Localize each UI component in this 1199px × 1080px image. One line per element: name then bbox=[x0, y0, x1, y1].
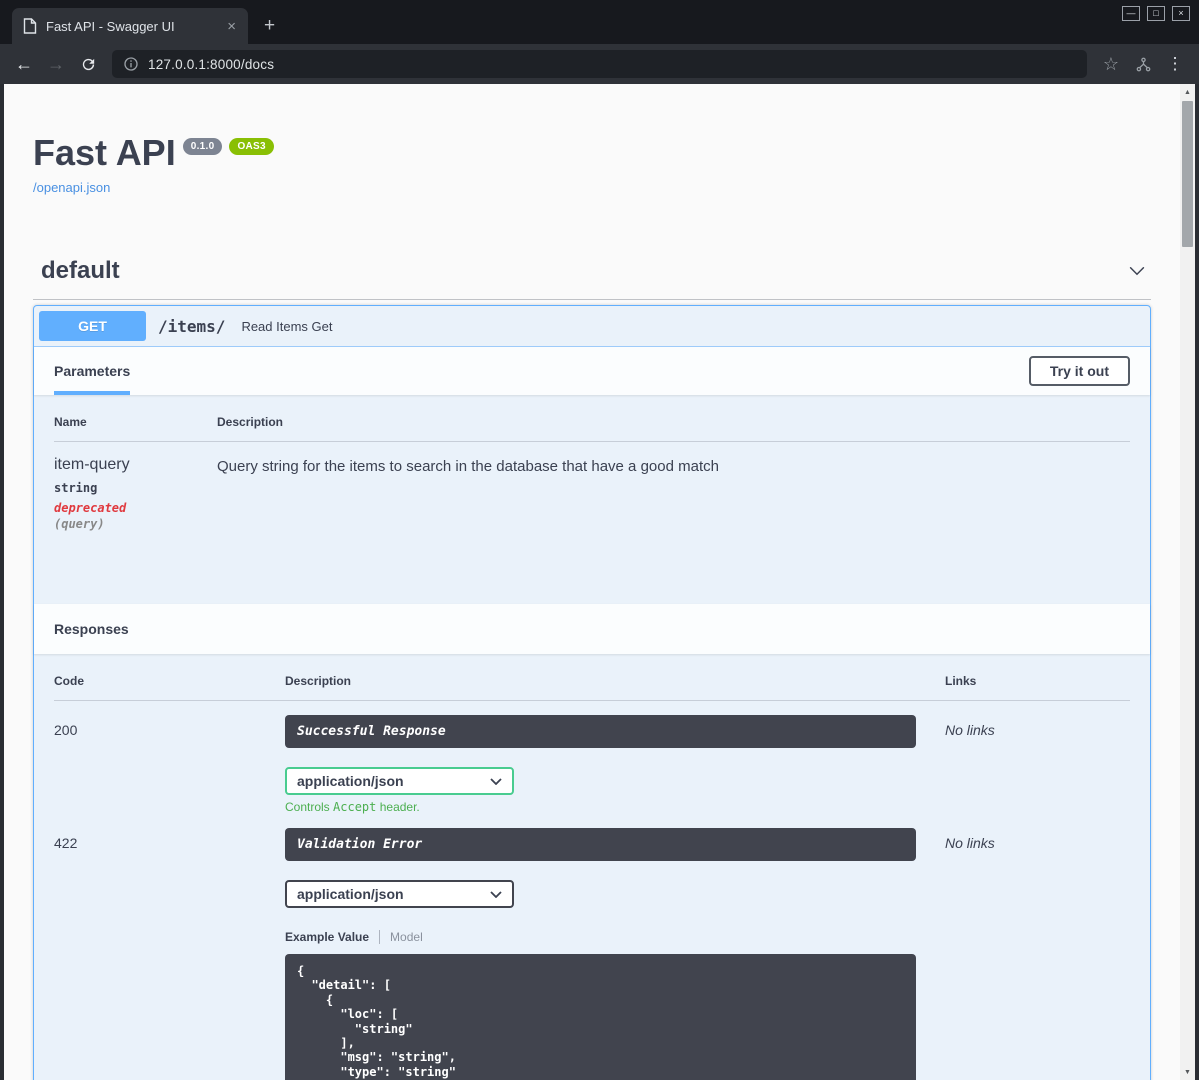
forward-icon[interactable]: → bbox=[42, 50, 70, 78]
responses-title: Responses bbox=[54, 621, 129, 637]
parameters-table: Name Description item-query string depre… bbox=[34, 395, 1150, 604]
scroll-down-icon[interactable]: ▼ bbox=[1180, 1064, 1195, 1080]
responses-section-header: Responses bbox=[34, 604, 1150, 654]
response-links: No links bbox=[945, 835, 995, 851]
window-edge-right bbox=[1195, 84, 1199, 1080]
opblock-summary[interactable]: GET /items/ Read Items Get bbox=[34, 306, 1150, 347]
tab-divider bbox=[379, 930, 381, 944]
tab-parameters[interactable]: Parameters bbox=[54, 347, 131, 395]
example-json-code: { "detail": [ { "loc": [ "string" ], "ms… bbox=[285, 954, 916, 1080]
accept-note-suffix: header. bbox=[376, 800, 420, 814]
extensions-icon[interactable] bbox=[1129, 50, 1157, 78]
table-row: 422 Validation Error application/json Ex… bbox=[54, 814, 1130, 1080]
chevron-down-icon bbox=[490, 777, 502, 785]
bookmark-star-icon[interactable]: ☆ bbox=[1097, 50, 1125, 78]
window-close-button[interactable]: × bbox=[1172, 6, 1190, 21]
back-icon[interactable]: ← bbox=[10, 50, 38, 78]
operation-path: /items/ bbox=[158, 316, 226, 336]
tab-close-icon[interactable]: × bbox=[223, 17, 240, 36]
scrollbar-thumb[interactable] bbox=[1182, 101, 1193, 247]
tag-section-header[interactable]: default bbox=[33, 249, 1151, 300]
browser-tab[interactable]: Fast API - Swagger UI × bbox=[12, 8, 248, 44]
http-method-badge[interactable]: GET bbox=[39, 311, 146, 341]
media-type-select[interactable]: application/json bbox=[285, 880, 514, 908]
parameters-table-head: Name Description bbox=[54, 415, 1130, 442]
column-header-description: Description bbox=[217, 415, 284, 429]
api-title-text: Fast API bbox=[33, 132, 176, 173]
url-input[interactable]: 127.0.0.1:8000/docs bbox=[148, 57, 274, 72]
api-info: Fast API 0.1.0 OAS3 /openapi.json bbox=[33, 132, 1151, 197]
window-controls: — □ × bbox=[1122, 6, 1190, 21]
parameter-name: item-query bbox=[54, 456, 130, 473]
accept-note-prefix: Controls bbox=[285, 800, 334, 814]
table-row: 200 Successful Response application/json… bbox=[54, 701, 1130, 814]
responses-table-head: Code Description Links bbox=[54, 674, 1130, 701]
swagger-page: Fast API 0.1.0 OAS3 /openapi.json default … bbox=[4, 84, 1180, 1080]
version-badge: 0.1.0 bbox=[182, 138, 223, 155]
response-code: 200 bbox=[54, 722, 78, 738]
response-description: Validation Error bbox=[285, 828, 916, 861]
parameter-type: string bbox=[54, 481, 98, 495]
url-bar[interactable]: 127.0.0.1:8000/docs bbox=[112, 50, 1087, 78]
response-code: 422 bbox=[54, 835, 78, 851]
browser-window: Fast API - Swagger UI × + — □ × ← → 127.… bbox=[0, 0, 1199, 1080]
parameter-deprecated-flag: deprecated bbox=[54, 501, 127, 515]
new-tab-button[interactable]: + bbox=[264, 16, 275, 35]
accept-note-code: Accept bbox=[333, 800, 377, 814]
table-row: item-query string deprecated (query) Que… bbox=[54, 442, 1130, 584]
accept-header-note: Controls Accept header. bbox=[285, 800, 916, 814]
window-minimize-button[interactable]: — bbox=[1122, 6, 1140, 21]
column-header-code: Code bbox=[54, 674, 84, 688]
opblock-get-items: GET /items/ Read Items Get Parameters Tr… bbox=[33, 305, 1151, 1080]
chevron-down-icon bbox=[490, 890, 502, 898]
parameters-tab-label: Parameters bbox=[54, 363, 131, 379]
oas3-badge: OAS3 bbox=[229, 138, 274, 155]
operation-summary: Read Items Get bbox=[241, 318, 333, 334]
column-header-description: Description bbox=[285, 674, 352, 688]
browser-menu-icon[interactable]: ⋮ bbox=[1161, 50, 1189, 78]
tab-example-value[interactable]: Example Value bbox=[285, 930, 369, 944]
window-maximize-button[interactable]: □ bbox=[1147, 6, 1165, 21]
browser-viewport: Fast API 0.1.0 OAS3 /openapi.json default … bbox=[0, 84, 1199, 1080]
openapi-json-link[interactable]: /openapi.json bbox=[33, 180, 110, 195]
tab-title: Fast API - Swagger UI bbox=[46, 18, 175, 34]
media-type-select[interactable]: application/json bbox=[285, 767, 514, 795]
responses-table: Code Description Links 200 Successful Re… bbox=[34, 654, 1150, 1080]
parameter-description: Query string for the items to search in … bbox=[217, 458, 719, 475]
site-info-icon[interactable] bbox=[123, 56, 139, 72]
browser-navbar: ← → 127.0.0.1:8000/docs ☆ ⋮ bbox=[0, 44, 1199, 84]
browser-titlebar: Fast API - Swagger UI × + — □ × bbox=[0, 0, 1199, 44]
page-title: Fast API 0.1.0 OAS3 bbox=[33, 132, 1151, 174]
section-collapse-chevron-icon[interactable] bbox=[1126, 260, 1148, 282]
response-links: No links bbox=[945, 722, 995, 738]
tag-title: default bbox=[41, 257, 120, 284]
scroll-up-icon[interactable]: ▲ bbox=[1180, 84, 1195, 100]
try-it-out-button[interactable]: Try it out bbox=[1028, 356, 1130, 386]
column-header-links: Links bbox=[945, 674, 977, 688]
tab-model[interactable]: Model bbox=[390, 930, 423, 944]
parameters-section-header: Parameters Try it out bbox=[34, 347, 1150, 395]
parameter-location: (query) bbox=[54, 517, 105, 531]
response-description: Successful Response bbox=[285, 715, 916, 748]
reload-icon[interactable] bbox=[74, 50, 102, 78]
example-model-tabs: Example Value Model bbox=[285, 930, 916, 944]
page-scrollbar[interactable]: ▲ ▼ bbox=[1180, 84, 1195, 1080]
media-type-value: application/json bbox=[297, 773, 404, 789]
column-header-name: Name bbox=[54, 415, 87, 429]
page-favicon-icon bbox=[23, 18, 37, 34]
media-type-value: application/json bbox=[297, 886, 404, 902]
